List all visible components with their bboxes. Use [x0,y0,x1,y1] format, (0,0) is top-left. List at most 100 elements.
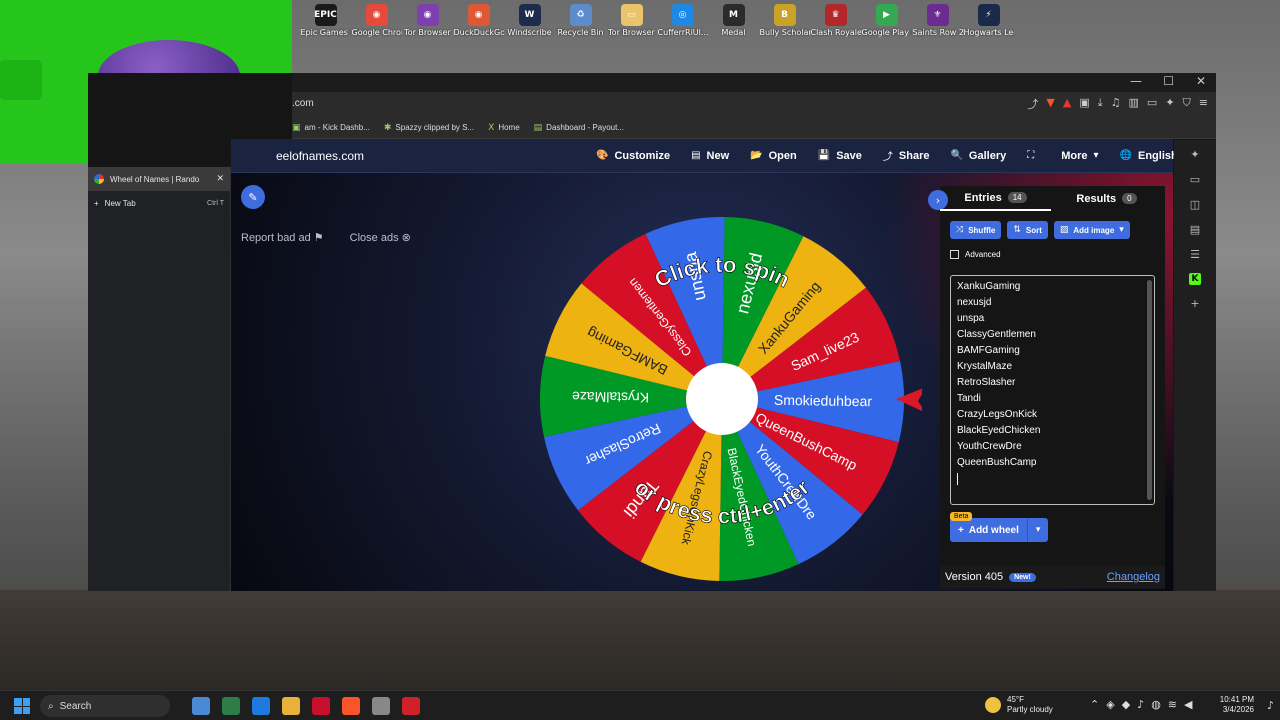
menu-item[interactable]: 📂 Open [750,148,797,163]
wifi-icon[interactable]: ≋ [1168,698,1177,711]
entry-line[interactable]: YouthCrewDre [957,439,1148,455]
desktop-icon[interactable]: ♛ Clash Royale [810,0,861,52]
bookmark-item[interactable]: ✱ Spazzy clipped by S... [384,123,474,133]
checkbox-box[interactable] [950,250,959,259]
tab-entries[interactable]: Entries 14 [940,186,1051,211]
desktop-icon[interactable]: ♻ Recycle Bin [555,0,606,52]
kick-icon[interactable]: K [1189,273,1201,285]
reading-list-icon[interactable]: ☰ [1190,248,1200,261]
changelog-link[interactable]: Changelog [1107,571,1160,583]
entry-line[interactable]: CrazyLegsOnKick [957,407,1148,423]
tv-icon[interactable]: ▭ [1190,173,1200,186]
volume-icon[interactable]: ◀ [1184,698,1192,711]
entry-line[interactable]: KrystalMaze [957,359,1148,375]
desktop-icon[interactable]: ⚜ Saints Row 2 [912,0,963,52]
menu-icon[interactable]: ≡ [1199,96,1208,112]
bookmark-item[interactable]: ▤ Dashboard - Payout... [534,123,624,133]
menu-item[interactable]: 🎨 Customize [596,148,670,163]
minimize-button[interactable]: — [1130,74,1142,88]
tray-app-icon[interactable]: ◆ [1122,698,1130,711]
entry-line[interactable]: XankuGaming [957,279,1148,295]
edit-pencil-button[interactable]: ✎ [241,185,265,209]
menu-item[interactable]: More ▾ [1061,148,1098,163]
taskbar-app-icon[interactable] [402,697,420,715]
screenshot-icon[interactable]: ▣ [1079,96,1089,112]
site-name[interactable]: eelofnames.com [276,149,364,163]
start-button[interactable] [14,698,30,714]
entry-line[interactable]: BlackEyedChicken [957,423,1148,439]
taskbar-app-icon[interactable] [252,697,270,715]
taskbar-search[interactable]: ⌕ Search [40,695,170,717]
sidebar-toggle-icon[interactable]: ▥ [1129,96,1139,112]
vpn-icon[interactable]: ⛉ [1183,96,1191,112]
add-image-button[interactable]: ▨ Add image ▾ [1053,221,1130,239]
taskbar-app-icon[interactable] [372,697,390,715]
leo-sidebar-icon[interactable]: ✦ [1190,148,1199,161]
wallet-icon[interactable]: ▭ [1147,96,1157,112]
entry-line[interactable]: QueenBushCamp [957,455,1148,471]
entries-textarea[interactable]: XankuGaming nexusjd unspa ClassyGentlemen BA… [950,275,1155,505]
url-text[interactable]: .com [292,98,314,109]
close-ads-link[interactable]: Close ads ⊗ [350,231,411,244]
share-icon[interactable]: ⤴ [1027,96,1038,112]
entry-line[interactable]: Tandi [957,391,1148,407]
bookmarks-icon[interactable]: ▤ [1190,223,1200,236]
clock[interactable]: 10:41 PM 3/4/2026 [1220,695,1254,715]
add-wheel-button[interactable]: + Add wheel [950,518,1027,542]
add-wheel-dropdown[interactable]: ▾ [1026,518,1049,542]
bookmark-item[interactable]: ▣ am - Kick Dashb... [292,123,370,133]
bookmark-item[interactable]: X Home [488,123,520,133]
desktop-icon[interactable]: M Medal [708,0,759,52]
menu-item[interactable]: ⤴ Share [883,148,930,164]
taskbar-app-icon[interactable] [192,697,210,715]
advanced-checkbox[interactable]: Advanced [950,250,1001,259]
notification-bell-icon[interactable]: ♪ [1267,699,1274,712]
taskbar-app-icon[interactable] [282,697,300,715]
textarea-scrollbar[interactable] [1147,280,1152,500]
sort-button[interactable]: ⇅ Sort [1007,221,1048,239]
desktop-icon[interactable]: ◉ DuckDuckGo [453,0,504,52]
menu-item[interactable]: ▤ New [691,148,729,163]
maximize-button[interactable]: ☐ [1163,74,1174,88]
add-sidebar-icon[interactable]: + [1190,297,1199,310]
tab-results[interactable]: Results 0 [1051,186,1162,211]
tab-wheel-of-names[interactable]: Wheel of Names | Rando ✕ [88,167,230,191]
menu-item[interactable]: 💾 Save [818,148,862,163]
desktop-icon[interactable]: EPIC Epic Games Launcher [300,0,351,52]
desktop-icon[interactable]: ▶ Google Play Games [861,0,912,52]
weather-widget[interactable]: 45°F Partly cloudy [985,695,1053,715]
menu-item[interactable]: ⛶ [1027,148,1040,163]
desktop-icon[interactable]: B Bully Scholarsh... [759,0,810,52]
rewards-icon[interactable]: ▲ [1063,96,1071,112]
menu-item[interactable]: 🌐 English [1120,148,1178,163]
entry-line[interactable]: ClassyGentlemen [957,327,1148,343]
desktop-icon[interactable]: ◉ Tor Browser [402,0,453,52]
desktop-icon[interactable]: ⚡ Hogwarts Legacy [963,0,1014,52]
wallet-sidebar-icon[interactable]: ◫ [1190,198,1200,211]
desktop-icon[interactable]: ◎ CufferrRiUl... [657,0,708,52]
entry-line[interactable]: RetroSlasher [957,375,1148,391]
download-icon[interactable]: ⤓ [1098,96,1103,112]
taskbar-app-icon[interactable] [312,697,330,715]
desktop-icon[interactable]: ▭ Tor Browser [606,0,657,52]
taskbar-app-icon[interactable] [342,697,360,715]
close-window-button[interactable]: ✕ [1196,74,1206,88]
menu-item[interactable]: 🔍 Gallery [950,148,1006,163]
tray-app-icon[interactable]: ◈ [1106,698,1114,711]
wheel-center[interactable] [686,363,758,435]
brave-shield-icon[interactable]: ▼ [1046,96,1054,112]
mic-icon[interactable]: ♪ [1137,698,1144,711]
address-bar[interactable]: .com ⤴ ▼ ▲ ▣ ⤓ ♫ ▥ ▭ ✦ ⛉ ≡ [292,92,1216,117]
entry-line[interactable]: nexusjd [957,295,1148,311]
wheel[interactable]: unspa nexusjdXankuGamingSam_live23Smokied… [522,199,922,591]
entry-line[interactable]: BAMFGaming [957,343,1148,359]
shuffle-button[interactable]: ⤨ Shuffle [950,221,1002,239]
media-icon[interactable]: ♫ [1111,96,1121,112]
close-tab-icon[interactable]: ✕ [216,174,224,184]
report-bad-ad-link[interactable]: Report bad ad ⚑ [241,231,324,244]
desktop-icon[interactable]: W Windscribe [504,0,555,52]
new-tab-button[interactable]: + New Tab Ctrl T [88,191,230,215]
network-icon[interactable]: ◍ [1151,698,1161,711]
entry-line[interactable]: unspa [957,311,1148,327]
taskbar-app-icon[interactable] [222,697,240,715]
